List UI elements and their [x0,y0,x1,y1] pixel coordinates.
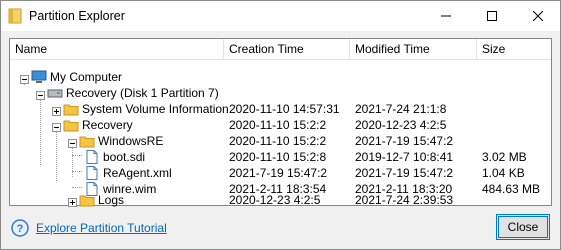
drive-icon [47,86,63,100]
collapse-icon[interactable] [36,88,45,100]
column-header: Name Creation Time Modified Time Size [10,39,551,60]
collapse-icon[interactable] [20,72,29,84]
close-button[interactable]: Close [496,214,550,240]
partition-tree-view[interactable]: Name Creation Time Modified Time Size My… [9,38,552,207]
modified-time: 2021-7-19 15:47:2 [355,134,454,148]
partition-explorer-window: Partition Explorer Name Creation Time Mo… [0,0,561,250]
creation-time: 2020-11-10 15:2:2 [229,118,327,132]
tree-row[interactable]: My Computer [10,69,551,85]
tree-item-label: WindowsRE [98,134,164,148]
tree-row[interactable]: Recovery (Disk 1 Partition 7) [10,85,551,101]
computer-icon [31,70,47,84]
tree-item-label: boot.sdi [103,150,146,164]
creation-time: 2020-11-10 15:2:2 [229,134,327,148]
close-window-button[interactable] [515,1,561,31]
column-creation-time[interactable]: Creation Time [224,39,350,59]
collapse-icon[interactable] [52,120,61,132]
maximize-button[interactable] [469,1,515,31]
tree-item-label: Recovery (Disk 1 Partition 7) [66,86,219,100]
column-modified-time[interactable]: Modified Time [350,39,477,59]
tree-row[interactable]: boot.sdi 2020-11-10 15:2:8 2019-12-7 10:… [10,149,551,165]
modified-time: 2021-7-24 21:1:8 [355,102,447,116]
modified-time: 2021-7-19 15:47:2 [355,166,454,180]
tree-row[interactable]: Logs 2020-12-23 4:2:5 2021-7-24 2:39:53 [10,193,551,207]
svg-text:?: ? [17,223,24,235]
tree-row[interactable]: System Volume Information 2020-11-10 14:… [10,101,551,117]
app-icon [8,8,22,24]
tree-row[interactable]: WindowsRE 2020-11-10 15:2:2 2021-7-19 15… [10,133,551,149]
file-size: 484.63 MB [482,182,541,196]
file-size: 1.04 KB [482,166,525,180]
minimize-icon [441,15,451,17]
tree-item-label: Logs [98,193,125,207]
column-size[interactable]: Size [477,39,551,59]
tree-item-label: ReAgent.xml [103,166,172,180]
creation-time: 2020-11-10 15:2:8 [229,150,327,164]
modified-time: 2020-12-23 4:2:5 [355,118,447,132]
maximize-icon [487,11,497,21]
expand-icon[interactable] [52,104,61,116]
folder-icon [79,134,95,148]
column-name[interactable]: Name [10,39,224,59]
tree-row[interactable]: ReAgent.xml 2021-7-19 15:47:2 2021-7-19 … [10,165,551,181]
collapse-icon[interactable] [68,136,77,148]
modified-time: 2021-7-24 2:39:53 [355,193,454,207]
creation-time: 2021-7-19 15:47:2 [229,166,328,180]
file-icon [84,150,100,164]
dialog-body: Name Creation Time Modified Time Size My… [1,31,560,249]
modified-time: 2019-12-7 10:8:41 [355,150,454,164]
help-icon[interactable]: ? [11,219,29,237]
close-icon [533,11,543,21]
creation-time: 2020-11-10 14:57:31 [229,102,340,116]
file-icon [84,166,100,180]
title-bar: Partition Explorer [1,1,560,31]
file-size: 3.02 MB [482,150,527,164]
explore-tutorial-link[interactable]: Explore Partition Tutorial [36,221,167,235]
tree-item-label: System Volume Information [82,102,229,116]
creation-time: 2020-12-23 4:2:5 [229,193,321,207]
minimize-button[interactable] [423,1,469,31]
expand-icon[interactable] [68,195,77,207]
tree-row[interactable]: Recovery 2020-11-10 15:2:2 2020-12-23 4:… [10,117,551,133]
window-title: Partition Explorer [29,9,125,23]
folder-icon [63,118,79,132]
tree-item-label: My Computer [50,70,123,84]
folder-icon [79,193,95,207]
tree-item-label: Recovery [82,118,133,132]
folder-icon [63,102,79,116]
